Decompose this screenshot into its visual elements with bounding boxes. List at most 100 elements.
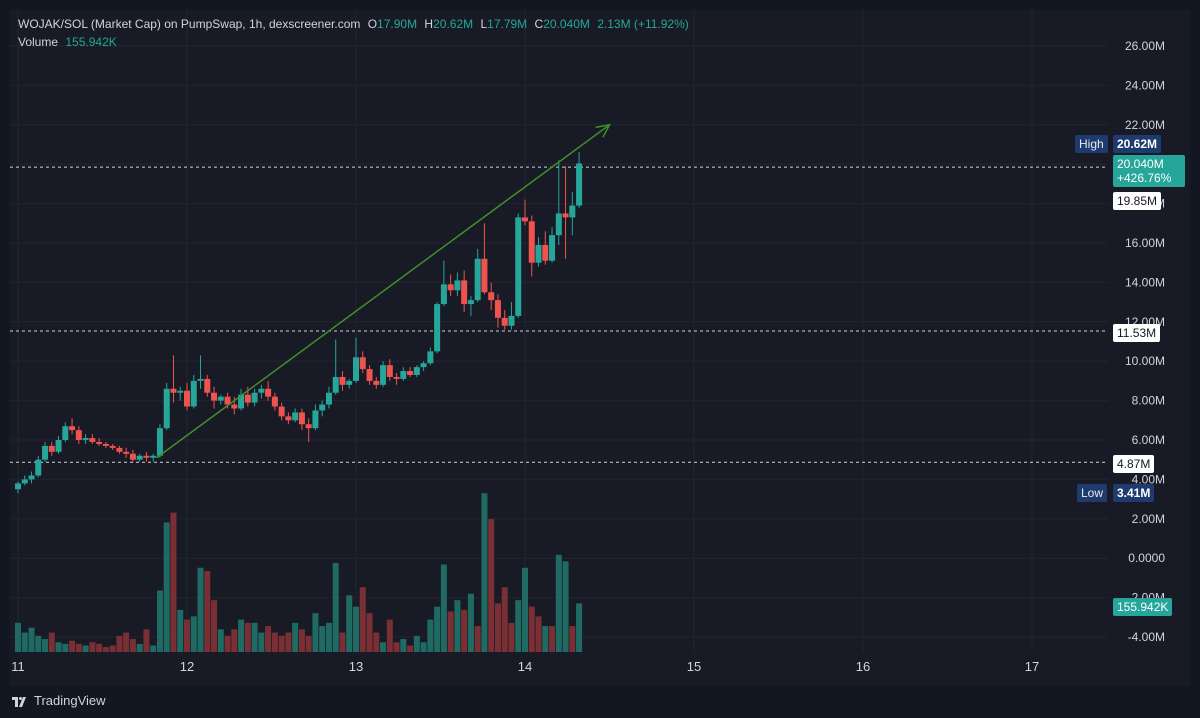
volume-bar (136, 643, 143, 652)
line-tag-19-85: 19.85M (1113, 192, 1162, 210)
candle-body (332, 376, 339, 393)
candle-body (366, 369, 373, 381)
volume-bar (197, 567, 204, 652)
candle-body (96, 441, 103, 444)
candle-body (143, 455, 150, 458)
volume-bar (258, 632, 265, 652)
volume-bar (271, 632, 278, 652)
time-tick-label: 12 (180, 659, 194, 674)
volume-bar (522, 567, 528, 652)
candle-body (508, 315, 515, 326)
volume-bar (569, 626, 576, 652)
legend-volume-label: Volume (18, 35, 59, 49)
candle-body (461, 280, 468, 305)
legend-high: H20.62M (424, 17, 474, 31)
candle-body (211, 392, 218, 401)
candle-body (129, 453, 136, 460)
candle-body (75, 430, 82, 440)
chart-svg[interactable]: 26.00M24.00M22.00M20.00M18.00M16.00M14.0… (0, 0, 1200, 686)
candle-body (312, 410, 319, 429)
candle-body (278, 406, 285, 417)
volume-bar (555, 554, 562, 652)
candle-body (386, 365, 393, 377)
candle-body (244, 394, 251, 403)
volume-bar (184, 619, 190, 652)
volume-bar (102, 647, 109, 652)
price-tick-label: 0.0000 (1128, 551, 1165, 565)
line-tag-4-87: 4.87M (1113, 455, 1155, 473)
time-tick-label: 15 (687, 659, 701, 674)
candle-body (420, 363, 427, 368)
volume-bar (366, 613, 373, 652)
volume-bar (190, 616, 197, 652)
volume-bar (407, 645, 414, 652)
candle-body (292, 412, 299, 421)
candle-body (15, 483, 21, 490)
volume-bar (312, 613, 319, 652)
candle-body (170, 388, 177, 393)
volume-bar (461, 609, 468, 652)
footer-bar (10, 686, 1190, 718)
price-tick-label: 16.00M (1125, 236, 1165, 250)
candle-body (177, 390, 184, 393)
candle-body (447, 284, 454, 291)
candle-body (380, 365, 387, 385)
volume-bar (204, 571, 211, 652)
candle-body (549, 235, 556, 261)
candle-body (271, 396, 278, 407)
volume-bar (75, 643, 82, 652)
candle-body (251, 392, 258, 403)
volume-bar (305, 635, 312, 652)
candle-body (481, 258, 488, 293)
volume-bar (292, 622, 299, 652)
volume-bars-layer (15, 493, 583, 652)
candle-body (576, 163, 583, 206)
volume-bar (42, 639, 49, 652)
price-tick-label: 2.00M (1132, 512, 1165, 526)
candle-body (28, 475, 35, 480)
candle-body (542, 244, 549, 261)
candle-body (35, 459, 42, 476)
candle-body (136, 455, 143, 460)
candle-body (116, 447, 123, 452)
volume-bar (251, 622, 258, 652)
candle-body (305, 424, 312, 429)
volume-bar (400, 639, 407, 652)
volume-bar (224, 635, 231, 652)
candle-body (407, 371, 414, 375)
candle-body (413, 367, 420, 375)
candle-body (515, 217, 522, 316)
volume-bar (177, 609, 184, 652)
legend-volume-value: 155.942K (65, 35, 117, 49)
volume-bar (576, 603, 583, 652)
volume-bar (89, 642, 96, 652)
volume-bar (454, 600, 461, 652)
price-tick-label: 6.00M (1132, 433, 1165, 447)
legend-open: O17.90M (367, 17, 418, 31)
volume-bar (96, 643, 103, 652)
candle-body (474, 258, 481, 301)
candle-body (427, 351, 434, 364)
tradingview-logo[interactable]: TradingView (12, 693, 106, 708)
time-tick-label: 13 (349, 659, 363, 674)
candle-body (339, 376, 346, 385)
volume-bar (211, 600, 218, 652)
price-tick-label: 8.00M (1132, 394, 1165, 408)
candle-body (204, 378, 211, 393)
candle-body (569, 205, 576, 218)
candle-body (197, 378, 204, 381)
price-tick-label: 24.00M (1125, 78, 1165, 92)
volume-bar (170, 512, 177, 652)
volume-bar (285, 632, 292, 652)
last-price-value: 20.040M (1117, 157, 1164, 171)
candle-body (285, 416, 292, 421)
volume-bar (434, 606, 441, 652)
candle-body (562, 213, 569, 218)
candle-body (55, 440, 62, 452)
volume-bar (150, 645, 157, 652)
candle-body (319, 404, 326, 411)
candle-body (217, 396, 224, 401)
candle-body (298, 412, 305, 425)
trendline (156, 124, 610, 459)
candle-body (21, 479, 28, 484)
